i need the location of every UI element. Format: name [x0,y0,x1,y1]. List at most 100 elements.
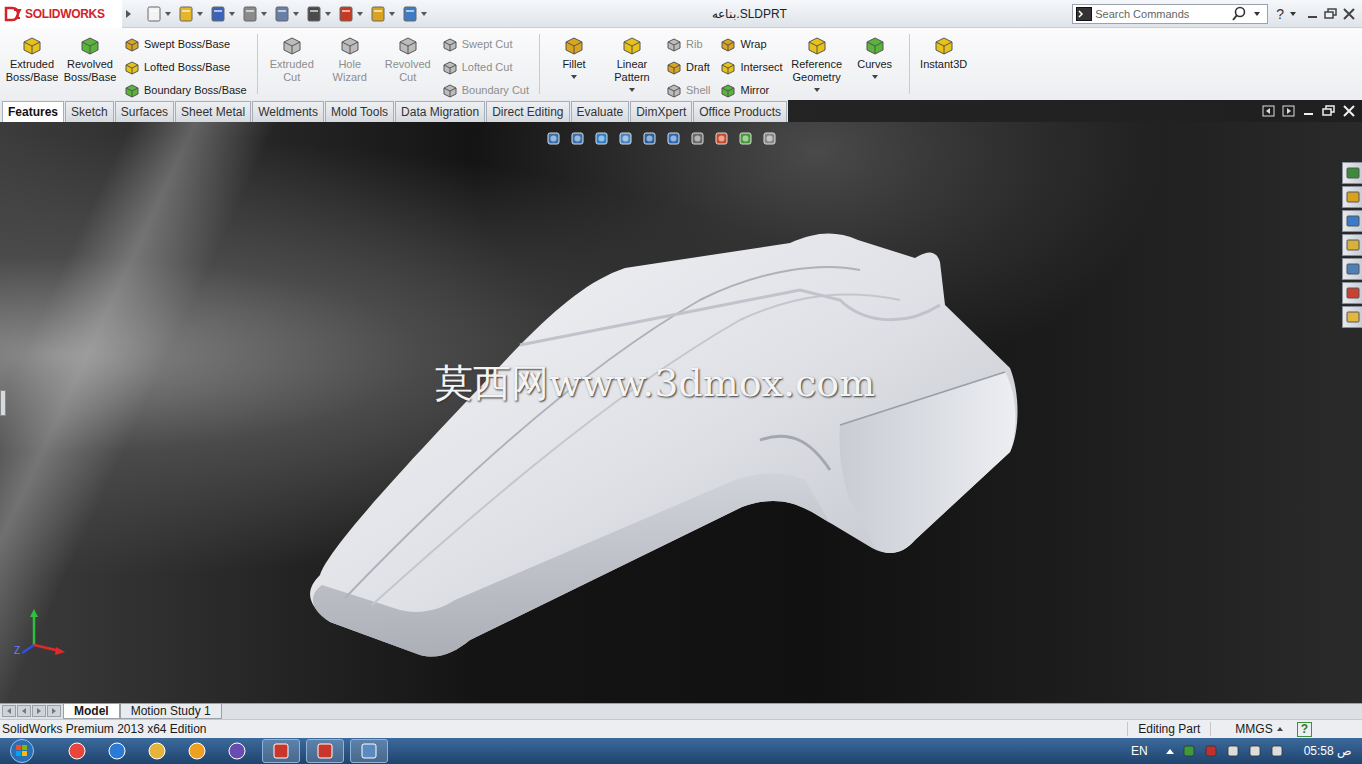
next-icon[interactable] [1282,105,1296,117]
ribbon-button[interactable]: Lofted Boss/Base [124,57,247,77]
ribbon-button[interactable]: Swept Cut [442,34,529,54]
task-pane-button[interactable] [1342,186,1362,208]
command-tab[interactable]: Sketch [65,101,114,122]
show-hidden-icons-icon[interactable] [1166,749,1174,754]
toolbar-button[interactable] [273,5,299,23]
taskbar-window[interactable] [350,739,388,763]
start-button[interactable] [0,739,44,763]
part-model[interactable] [0,122,1362,703]
status-help-button[interactable]: ? [1297,722,1312,737]
view-tool-icon[interactable] [545,130,563,148]
command-tab[interactable]: Evaluate [571,101,630,122]
view-tool-icon[interactable] [761,130,779,148]
tray-icon[interactable] [1182,744,1196,758]
task-pane-button[interactable] [1342,162,1362,184]
toolbar-button[interactable] [177,5,203,23]
toolbar-button[interactable] [337,5,363,23]
taskbar-app[interactable] [178,739,216,763]
ribbon-button[interactable]: Draft [666,57,710,77]
dropdown-icon[interactable] [293,12,299,16]
toolbar-button[interactable] [305,5,331,23]
view-tool-icon[interactable] [641,130,659,148]
prev-icon[interactable] [1262,105,1276,117]
toolbar-button[interactable] [369,5,395,23]
ribbon-button[interactable]: Boundary Boss/Base [124,80,247,100]
ribbon-button[interactable]: Fillet [546,34,602,79]
ribbon-button[interactable]: Swept Boss/Base [124,34,247,54]
ribbon-button[interactable]: Extruded Boss/Base [4,34,60,84]
first-tab-icon[interactable] [2,705,16,717]
model-tab[interactable]: Model [63,704,120,719]
taskbar-app[interactable] [218,739,256,763]
dropdown-icon[interactable] [571,75,577,79]
view-tool-icon[interactable] [593,130,611,148]
close-icon[interactable] [1342,105,1356,117]
dropdown-icon[interactable] [165,12,171,16]
view-tool-icon[interactable] [617,130,635,148]
command-tab[interactable]: Surfaces [115,101,174,122]
search-input[interactable] [1095,8,1228,20]
ribbon-button[interactable]: Curves [847,34,903,79]
command-tab[interactable]: Data Migration [395,101,485,122]
toolbar-button[interactable] [241,5,267,23]
command-tab[interactable]: Office Products [693,101,787,122]
previous-tab-icon[interactable] [17,705,31,717]
ribbon-button[interactable]: Reference Geometry [789,34,845,92]
ribbon-button[interactable]: Wrap [720,34,782,54]
dropdown-icon[interactable] [197,12,203,16]
tray-icon[interactable] [1226,744,1240,758]
dropdown-icon[interactable] [229,12,235,16]
toolbar-button[interactable] [401,5,427,23]
taskbar-app[interactable] [58,739,96,763]
toolbar-button[interactable] [145,5,171,23]
view-tool-icon[interactable] [689,130,707,148]
view-tool-icon[interactable] [737,130,755,148]
taskbar-app[interactable] [138,739,176,763]
command-tab[interactable]: Features [2,101,64,122]
task-pane-button[interactable] [1342,210,1362,232]
panel-toggle[interactable] [0,390,6,416]
graphics-area[interactable]: 莫西网www.3dmox.com Z [0,122,1362,703]
last-tab-icon[interactable] [47,705,61,717]
command-tab[interactable]: Sheet Metal [175,101,251,122]
view-tool-icon[interactable] [569,130,587,148]
ribbon-button[interactable]: Revolved Cut [380,34,436,84]
ribbon-button[interactable]: Revolved Boss/Base [62,34,118,84]
tray-icon[interactable] [1204,744,1218,758]
next-tab-icon[interactable] [32,705,46,717]
minimize-icon[interactable] [1306,8,1320,20]
dropdown-icon[interactable] [814,88,820,92]
ribbon-button[interactable]: Boundary Cut [442,80,529,100]
restore-icon[interactable] [1324,8,1338,20]
ribbon-button[interactable]: Extruded Cut [264,34,320,84]
clock[interactable]: 05:58 ص [1304,744,1352,758]
magnifier-icon[interactable] [1231,6,1247,22]
dropdown-icon[interactable] [261,12,267,16]
ribbon-button[interactable]: Lofted Cut [442,57,529,77]
taskbar-app[interactable] [98,739,136,763]
restore-icon[interactable] [1322,105,1336,117]
command-tab[interactable]: Direct Editing [486,101,569,122]
dropdown-icon[interactable] [872,75,878,79]
task-pane-button[interactable] [1342,282,1362,304]
ribbon-button[interactable]: Hole Wizard [322,34,378,84]
ribbon-button[interactable]: Intersect [720,57,782,77]
command-tab[interactable]: Weldments [252,101,324,122]
toolbar-button[interactable] [209,5,235,23]
search-dropdown-icon[interactable] [1254,12,1260,16]
dropdown-icon[interactable] [357,12,363,16]
menu-expand-button[interactable] [126,10,131,18]
taskbar-window[interactable] [262,739,300,763]
ribbon-button[interactable]: Instant3D [916,34,972,71]
solidworks-logo[interactable]: SOLIDWORKS [0,0,122,28]
dropdown-icon[interactable] [629,88,635,92]
help-dropdown-icon[interactable] [1290,12,1296,16]
dropdown-icon[interactable] [421,12,427,16]
ribbon-button[interactable]: Shell [666,80,710,100]
ribbon-button[interactable]: Rib [666,34,710,54]
tray-icon[interactable] [1248,744,1262,758]
command-tab[interactable]: DimXpert [630,101,692,122]
task-pane-button[interactable] [1342,306,1362,328]
ribbon-button[interactable]: Linear Pattern [604,34,660,92]
min-icon[interactable] [1302,105,1316,117]
